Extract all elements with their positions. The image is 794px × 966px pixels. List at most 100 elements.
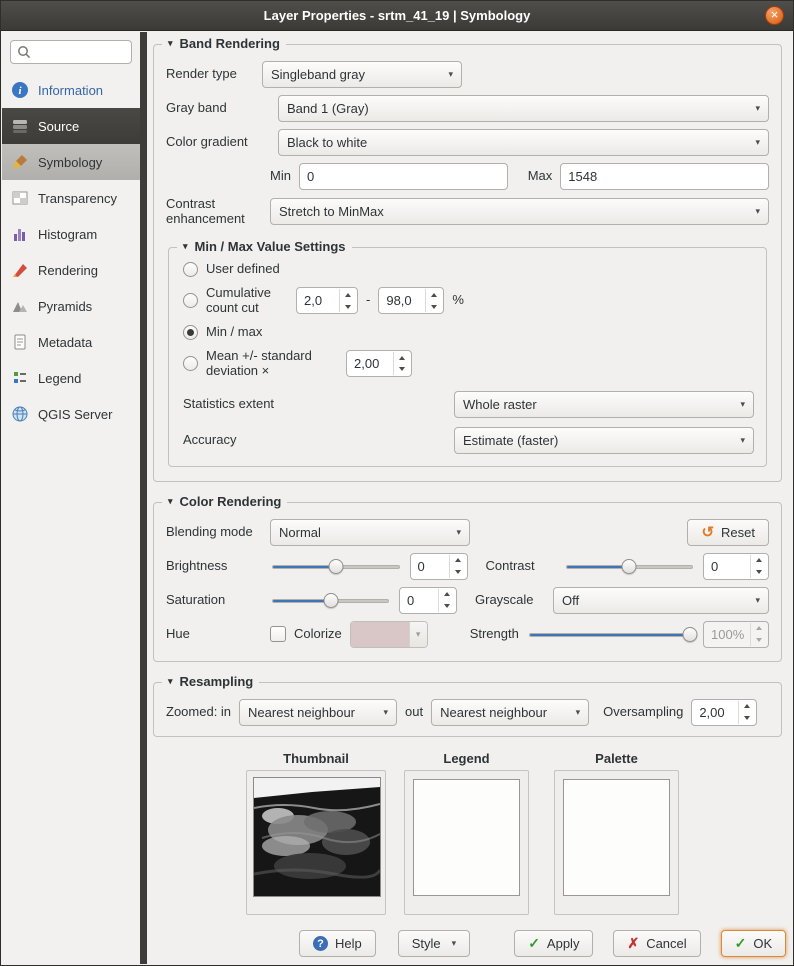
max-input[interactable]: 1548 — [560, 163, 769, 190]
band-rendering-group-header[interactable]: ▾ Band Rendering — [162, 36, 286, 51]
render-type-select[interactable]: Singleband gray ▾ — [262, 61, 462, 88]
colorize-checkbox[interactable] — [270, 626, 286, 642]
gray-band-select[interactable]: Band 1 (Gray) ▾ — [278, 95, 769, 122]
spinner-buttons[interactable] — [750, 623, 767, 646]
grayscale-label: Grayscale — [475, 593, 545, 608]
style-button[interactable]: Style ▾ — [398, 930, 470, 957]
sidebar-item-source[interactable]: Source — [2, 108, 140, 144]
strength-slider[interactable] — [527, 621, 695, 648]
window-title: Layer Properties - srtm_41_19 | Symbolog… — [264, 8, 531, 23]
slider-handle[interactable] — [622, 559, 637, 574]
help-button[interactable]: ? Help — [299, 930, 376, 957]
contrast-enhancement-select[interactable]: Stretch to MinMax ▾ — [270, 198, 769, 225]
spinner-buttons[interactable] — [425, 289, 442, 312]
chevron-down-icon: ▾ — [409, 622, 427, 647]
sidebar-item-information[interactable]: i Information — [2, 72, 140, 108]
slider-handle[interactable] — [682, 627, 697, 642]
chevron-down-icon: ▾ — [745, 137, 760, 148]
sidebar-item-symbology[interactable]: Symbology — [2, 144, 140, 180]
saturation-spinbox[interactable]: 0 — [399, 587, 457, 614]
zoomed-in-value: Nearest neighbour — [248, 705, 355, 720]
spinner-buttons[interactable] — [750, 555, 767, 578]
min-input[interactable]: 0 — [299, 163, 508, 190]
brightness-slider[interactable] — [270, 553, 402, 580]
sidebar-item-metadata[interactable]: Metadata — [2, 324, 140, 360]
spinner-buttons[interactable] — [738, 701, 755, 724]
reset-label: Reset — [721, 525, 755, 540]
blending-mode-select[interactable]: Normal ▾ — [270, 519, 470, 546]
color-gradient-select[interactable]: Black to white ▾ — [278, 129, 769, 156]
sidebar-item-pyramids[interactable]: Pyramids — [2, 288, 140, 324]
spinner-buttons[interactable] — [449, 555, 466, 578]
titlebar[interactable]: Layer Properties - srtm_41_19 | Symbolog… — [1, 1, 793, 31]
min-max-radio[interactable] — [183, 325, 198, 340]
legend-box — [404, 770, 529, 915]
cancel-button[interactable]: ✗ Cancel — [613, 930, 700, 957]
min-label: Min — [270, 169, 291, 184]
brightness-value: 0 — [418, 559, 425, 574]
collapse-icon: ▾ — [168, 38, 173, 49]
accuracy-select[interactable]: Estimate (faster) ▾ — [454, 427, 754, 454]
contrast-spinbox[interactable]: 0 — [703, 553, 769, 580]
sidebar-item-label: Pyramids — [38, 299, 92, 314]
chevron-down-icon: ▾ — [438, 69, 453, 80]
mean-std-radio[interactable] — [183, 356, 198, 371]
collapse-icon: ▾ — [168, 496, 173, 507]
sidebar-item-legend[interactable]: Legend — [2, 360, 140, 396]
cumulative-count-cut-radio[interactable] — [183, 293, 198, 308]
thumbnail-box — [246, 770, 386, 915]
group-title-text: Min / Max Value Settings — [195, 239, 346, 254]
help-icon: ? — [313, 936, 328, 951]
render-type-value: Singleband gray — [271, 67, 365, 82]
mean-std-spinbox[interactable]: 2,00 — [346, 350, 412, 377]
zoomed-in-select[interactable]: Nearest neighbour ▾ — [239, 699, 397, 726]
ok-button[interactable]: ✓ OK — [721, 930, 787, 957]
search-input[interactable] — [10, 40, 132, 64]
sidebar-item-transparency[interactable]: Transparency — [2, 180, 140, 216]
spinner-buttons[interactable] — [339, 289, 356, 312]
oversampling-spinbox[interactable]: 2,00 — [691, 699, 757, 726]
color-rendering-header[interactable]: ▾ Color Rendering — [162, 494, 287, 509]
statistics-extent-select[interactable]: Whole raster ▾ — [454, 391, 754, 418]
user-defined-radio[interactable] — [183, 262, 198, 277]
saturation-value: 0 — [407, 593, 414, 608]
colorize-color-swatch[interactable]: ▾ — [350, 621, 428, 648]
statistics-extent-value: Whole raster — [463, 397, 537, 412]
apply-button[interactable]: ✓ Apply — [514, 930, 593, 957]
cumulative-max-spinbox[interactable]: 98,0 — [378, 287, 444, 314]
brightness-spinbox[interactable]: 0 — [410, 553, 468, 580]
minmax-settings-header[interactable]: ▾ Min / Max Value Settings — [177, 239, 352, 254]
slider-handle[interactable] — [328, 559, 343, 574]
transparency-icon — [11, 189, 29, 207]
reset-button[interactable]: ↺ Reset — [687, 519, 769, 546]
resampling-header[interactable]: ▾ Resampling — [162, 674, 259, 689]
close-icon[interactable]: × — [765, 6, 784, 25]
grayscale-select[interactable]: Off ▾ — [553, 587, 769, 614]
sidebar-item-rendering[interactable]: Rendering — [2, 252, 140, 288]
grayscale-value: Off — [562, 593, 579, 608]
cancel-cross-icon: ✗ — [627, 935, 639, 952]
contrast-slider[interactable] — [564, 553, 696, 580]
chevron-down-icon: ▾ — [374, 707, 389, 718]
min-max-label: Min / max — [206, 325, 262, 340]
strength-value: 100% — [711, 627, 744, 642]
strength-spinbox[interactable]: 100% — [703, 621, 769, 648]
spinner-buttons[interactable] — [438, 589, 455, 612]
sidebar-item-qgis-server[interactable]: QGIS Server — [2, 396, 140, 432]
reset-icon: ↺ — [701, 525, 714, 540]
slider-handle[interactable] — [323, 593, 338, 608]
zoomed-out-value: Nearest neighbour — [440, 705, 547, 720]
zoomed-out-select[interactable]: Nearest neighbour ▾ — [431, 699, 589, 726]
minmax-settings-group: ▾ Min / Max Value Settings User defined … — [168, 247, 767, 467]
layer-properties-dialog: Layer Properties - srtm_41_19 | Symbolog… — [0, 0, 794, 966]
render-type-label: Render type — [166, 67, 254, 82]
spinner-buttons[interactable] — [393, 352, 410, 375]
cumulative-min-spinbox[interactable]: 2,0 — [296, 287, 358, 314]
blending-mode-label: Blending mode — [166, 525, 262, 540]
saturation-slider[interactable] — [270, 587, 391, 614]
rendering-icon — [11, 261, 29, 279]
legend-icon — [11, 369, 29, 387]
sidebar-item-histogram[interactable]: Histogram — [2, 216, 140, 252]
ok-label: OK — [753, 936, 772, 951]
band-rendering-group: ▾ Band Rendering Render type Singleband … — [153, 44, 782, 482]
